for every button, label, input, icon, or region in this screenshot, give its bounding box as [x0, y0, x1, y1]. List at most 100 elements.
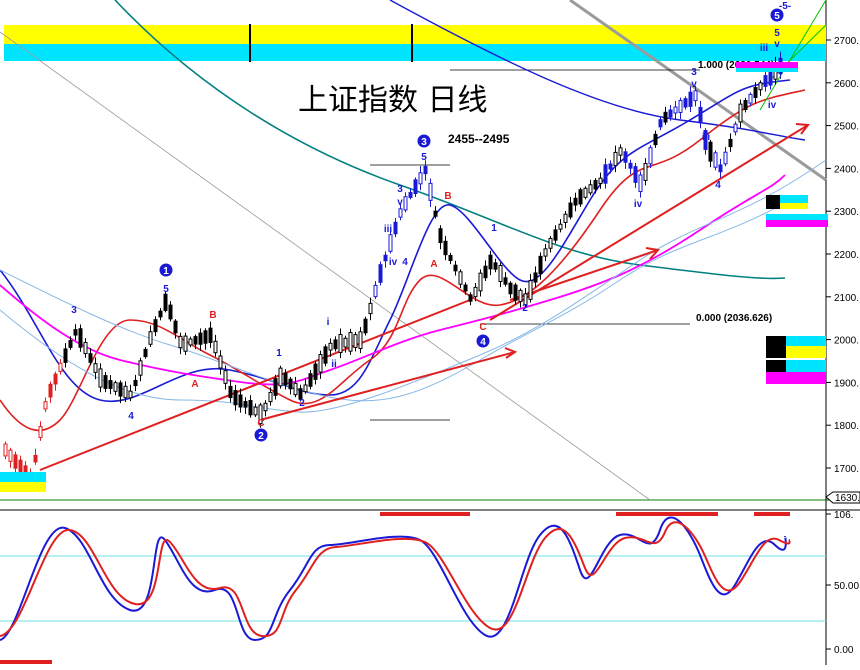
osc-tick-label: 0.00	[834, 645, 854, 656]
candle-body	[323, 346, 328, 364]
wave-label: v	[397, 197, 403, 208]
candle-body	[148, 331, 153, 345]
wave-label: C	[479, 322, 486, 333]
wave-label: C	[257, 418, 264, 429]
wave-label: iii	[702, 132, 711, 143]
candle-body	[243, 401, 248, 408]
candle-body	[108, 380, 113, 389]
oscillator-panel	[0, 512, 826, 665]
candle-body	[313, 363, 318, 380]
chart-svg: 3415BA1C22iii353viiiiv 4BA1C42iv3viii4iii…	[0, 0, 860, 665]
candle-body	[363, 318, 368, 334]
candle-body	[133, 379, 138, 387]
candle-body	[218, 355, 223, 369]
candle-body	[263, 402, 268, 412]
wave-label: B	[444, 191, 451, 202]
wave-label: 4	[402, 257, 408, 268]
candle-body	[453, 264, 458, 272]
candle-body	[183, 335, 188, 352]
candle-body	[753, 87, 758, 98]
candle-body	[613, 151, 618, 167]
candle-body	[8, 449, 13, 462]
candle-body	[503, 277, 508, 285]
candle-body	[653, 133, 658, 146]
wave-label: 3	[397, 184, 403, 195]
price-tick-label: 1900.	[834, 378, 859, 389]
candle-body	[483, 265, 488, 279]
wave-label: 4	[480, 337, 486, 348]
candle-body	[48, 383, 53, 398]
candle-body	[598, 177, 603, 184]
candle-body	[418, 172, 423, 185]
candle-body	[373, 284, 378, 298]
candle-body	[713, 152, 718, 168]
candle-body	[618, 147, 623, 156]
candle-body	[568, 202, 573, 218]
candle-body	[378, 264, 383, 283]
price-tick-label: 2300.	[834, 207, 859, 218]
candlestick-chart: 3 4 1 5 B A 1 C 2 2 i ii 3 5 3 v iii iv 4 B A 1 C 4 2 iv 3 v iii 4 iii…	[0, 0, 860, 665]
candle-body	[563, 213, 568, 223]
candle-body	[638, 174, 643, 193]
candle-body	[193, 336, 198, 345]
candle-body	[518, 289, 523, 303]
candle-body	[508, 282, 513, 295]
wave-label: 5	[774, 28, 780, 39]
candle-body	[748, 93, 753, 104]
wave-label: 5	[421, 152, 427, 163]
candle-body	[628, 162, 633, 169]
candle-body	[648, 147, 653, 165]
candle-body	[123, 385, 128, 399]
candle-body	[578, 189, 583, 205]
wave-label: 5	[163, 284, 169, 295]
candle-body	[308, 373, 313, 387]
candle-body	[88, 353, 93, 363]
candle-body	[493, 262, 498, 270]
candle-body	[93, 363, 98, 373]
candle-body	[558, 223, 563, 230]
candle-body	[533, 272, 538, 283]
candle-body	[658, 119, 663, 128]
wave-label: iv	[389, 257, 398, 268]
candle-body	[678, 99, 683, 113]
candle-body	[98, 368, 103, 388]
wave-label: A	[191, 379, 198, 390]
candle-body	[718, 164, 723, 173]
candle-body	[153, 319, 158, 333]
candle-body	[633, 166, 638, 183]
wave-label: 3	[71, 305, 77, 316]
candle-body	[233, 390, 238, 406]
candle-body	[268, 391, 273, 403]
candle-body	[158, 310, 163, 318]
price-tick-label: 2200.	[834, 250, 859, 261]
wave-label: A	[430, 259, 437, 270]
candle-body	[188, 338, 193, 346]
wave-label: v	[774, 39, 780, 50]
candle-body	[118, 382, 123, 397]
wave-label: iii	[760, 43, 769, 54]
candle-body	[213, 340, 218, 354]
candle-body	[83, 341, 88, 355]
price-tick-label: 2700.	[834, 36, 859, 47]
wave-label: iv	[634, 199, 643, 210]
candle-body	[428, 182, 433, 201]
candle-body	[688, 91, 693, 107]
range-annotation: 2455--2495	[448, 132, 510, 146]
candle-body	[443, 240, 448, 256]
price-tick-label: 1700.	[834, 464, 859, 475]
wave-label: 4	[715, 180, 721, 191]
candle-body	[368, 302, 373, 315]
wave-label: 3	[691, 67, 697, 78]
candle-body	[318, 354, 323, 373]
candle-body	[548, 237, 553, 249]
candle-body	[198, 332, 203, 345]
wave-label: 1	[491, 223, 497, 234]
wave-label: v	[691, 79, 697, 90]
candle-body	[403, 196, 408, 211]
candle-body	[478, 272, 483, 292]
candle-body	[303, 384, 308, 393]
candle-body	[273, 378, 278, 396]
candle-body	[348, 332, 353, 352]
candle-body	[38, 426, 43, 438]
candle-body	[293, 382, 298, 396]
